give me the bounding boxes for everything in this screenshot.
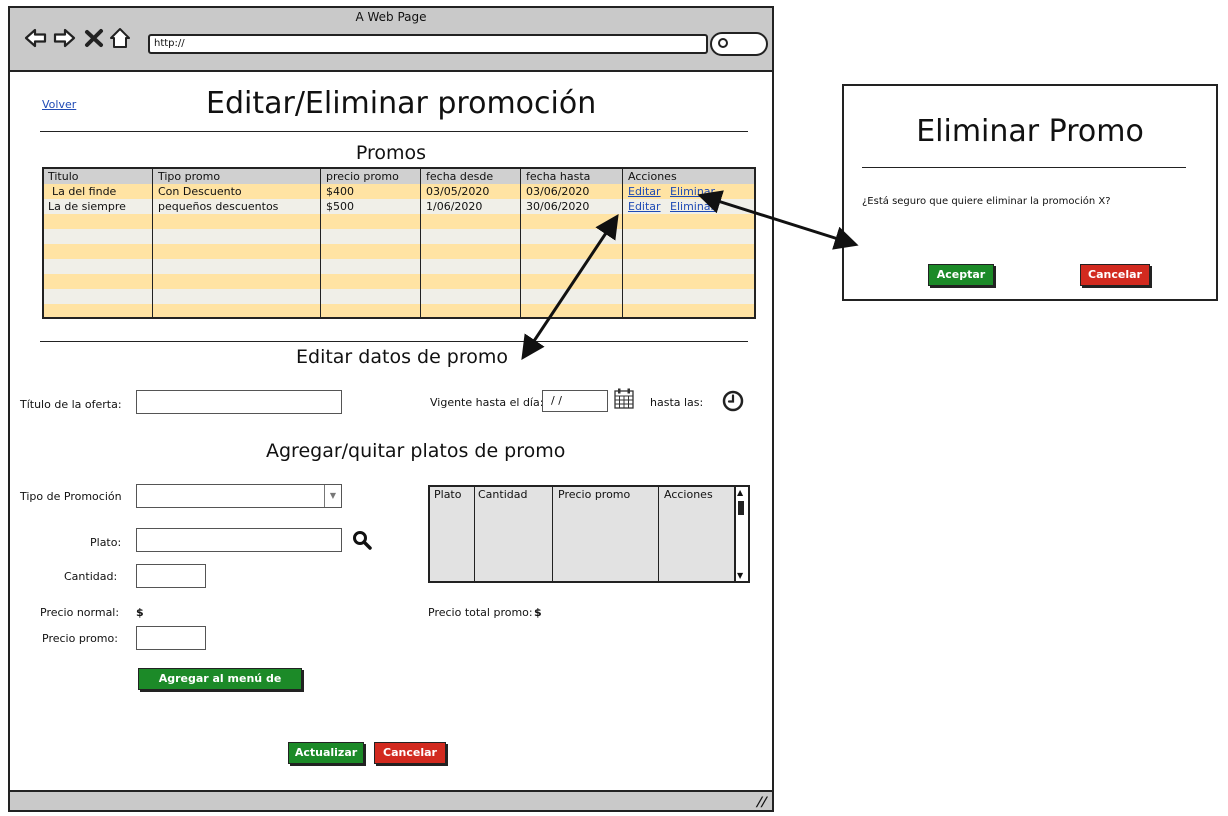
calendar-icon[interactable]	[614, 388, 634, 410]
table-header-row: Plato Cantidad Precio promo Acciones	[430, 487, 736, 502]
offer-title-label: Título de la oferta:	[20, 398, 122, 411]
quantity-input[interactable]	[136, 564, 206, 588]
column-divider	[658, 487, 659, 581]
cell-title: La de siempre	[48, 200, 126, 213]
column-divider	[474, 487, 475, 581]
column-divider	[622, 169, 623, 317]
column-header: Cantidad	[478, 488, 528, 501]
promo-price-label: Precio promo:	[42, 632, 118, 645]
add-to-promo-button[interactable]: Agregar al menú de promo	[138, 668, 302, 705]
edit-link[interactable]: Editar	[624, 199, 666, 214]
table-row	[44, 214, 754, 229]
divider	[40, 131, 748, 132]
offer-title-input[interactable]	[136, 390, 342, 414]
promo-type-label: Tipo de Promoción	[20, 490, 122, 503]
delete-confirm-dialog: Eliminar Promo ¿Está seguro que quiere e…	[842, 84, 1218, 301]
back-arrow-icon[interactable]	[24, 26, 48, 50]
cell-type: pequeños descuentos	[158, 200, 279, 213]
table-row	[44, 304, 754, 317]
delete-link[interactable]: Eliminar	[666, 199, 726, 214]
table-row	[44, 229, 754, 244]
browser-status-bar: //	[10, 790, 772, 810]
cell-price: $500	[326, 200, 354, 213]
cell-price: $400	[326, 185, 354, 198]
column-header: fecha desde	[426, 170, 494, 183]
column-header: Plato	[434, 488, 462, 501]
column-header: fecha hasta	[526, 170, 591, 183]
table-header-row: Titulo Tipo promo precio promo fecha des…	[44, 169, 754, 184]
dish-label: Plato:	[90, 536, 122, 549]
table-row	[44, 274, 754, 289]
home-icon[interactable]	[108, 26, 132, 50]
promo-dishes-table: Plato Cantidad Precio promo Acciones ▲ ▼	[428, 485, 750, 583]
until-time-label: hasta las:	[650, 396, 704, 409]
dishes-heading: Agregar/quitar platos de promo	[266, 440, 566, 462]
total-price-label: Precio total promo:	[428, 606, 533, 619]
column-header: precio promo	[326, 170, 399, 183]
table-row: La de siempre pequeños descuentos $500 1…	[44, 199, 754, 214]
divider	[40, 341, 748, 342]
update-button[interactable]: Actualizar	[288, 742, 364, 764]
scroll-down-icon[interactable]: ▼	[737, 571, 743, 580]
divider	[862, 167, 1186, 168]
valid-until-label: Vigente hasta el día:	[430, 396, 544, 409]
promos-heading: Promos	[355, 142, 427, 164]
page-title: Editar/Eliminar promoción	[206, 86, 597, 121]
cell-date-to: 30/06/2020	[526, 200, 590, 213]
column-header: Tipo promo	[158, 170, 221, 183]
column-divider	[552, 487, 553, 581]
url-bar[interactable]: http://	[148, 34, 708, 54]
normal-price-value: $	[136, 606, 144, 619]
table-row: La del finde Con Descuento $400 03/05/20…	[44, 184, 754, 199]
scrollbar[interactable]: ▲ ▼	[735, 487, 748, 581]
browser-search-box[interactable]	[710, 32, 768, 56]
quantity-label: Cantidad:	[64, 570, 118, 583]
cell-date-from: 1/06/2020	[426, 200, 483, 213]
column-header: Acciones	[664, 488, 713, 501]
total-price-value: $	[534, 606, 542, 619]
date-input[interactable]: / /	[542, 390, 608, 412]
clock-icon[interactable]	[722, 390, 744, 412]
search-icon	[718, 38, 728, 48]
column-divider	[520, 169, 521, 317]
browser-toolbar: A Web Page http://	[10, 8, 772, 72]
window-title: A Web Page	[355, 10, 427, 24]
edit-link[interactable]: Editar	[624, 184, 666, 199]
resize-grip-icon[interactable]: //	[754, 795, 768, 810]
column-divider	[420, 169, 421, 317]
browser-window: A Web Page http:// Volver Editar/Elimina…	[8, 6, 774, 812]
close-icon[interactable]	[82, 26, 106, 50]
scrollbar-thumb[interactable]	[738, 501, 744, 515]
dialog-cancel-button[interactable]: Cancelar	[1080, 264, 1150, 286]
cell-date-from: 03/05/2020	[426, 185, 490, 198]
delete-link[interactable]: Eliminar	[666, 184, 726, 199]
promos-table: Titulo Tipo promo precio promo fecha des…	[42, 167, 756, 319]
column-divider	[320, 169, 321, 317]
cell-title: La del finde	[52, 185, 117, 198]
column-header: Acciones	[628, 170, 677, 183]
table-row	[44, 289, 754, 304]
chevron-down-icon[interactable]: ▼	[324, 485, 341, 507]
back-link[interactable]: Volver	[42, 98, 76, 111]
edit-heading: Editar datos de promo	[296, 346, 509, 368]
column-divider	[152, 169, 153, 317]
cell-type: Con Descuento	[158, 185, 242, 198]
dialog-title: Eliminar Promo	[916, 114, 1144, 149]
accept-button[interactable]: Aceptar	[928, 264, 994, 286]
dialog-message: ¿Está seguro que quiere eliminar la prom…	[862, 196, 1111, 207]
table-row	[44, 259, 754, 274]
promo-type-select[interactable]: ▼	[136, 484, 342, 508]
column-header: Precio promo	[558, 488, 631, 501]
column-header: Titulo	[48, 170, 79, 183]
dish-input[interactable]	[136, 528, 342, 552]
cancel-button[interactable]: Cancelar	[374, 742, 446, 764]
normal-price-label: Precio normal:	[40, 606, 120, 619]
scroll-up-icon[interactable]: ▲	[737, 488, 743, 497]
cell-date-to: 03/06/2020	[526, 185, 590, 198]
forward-arrow-icon[interactable]	[52, 26, 76, 50]
search-icon[interactable]	[352, 530, 372, 550]
promo-price-input[interactable]	[136, 626, 206, 650]
table-row	[44, 244, 754, 259]
